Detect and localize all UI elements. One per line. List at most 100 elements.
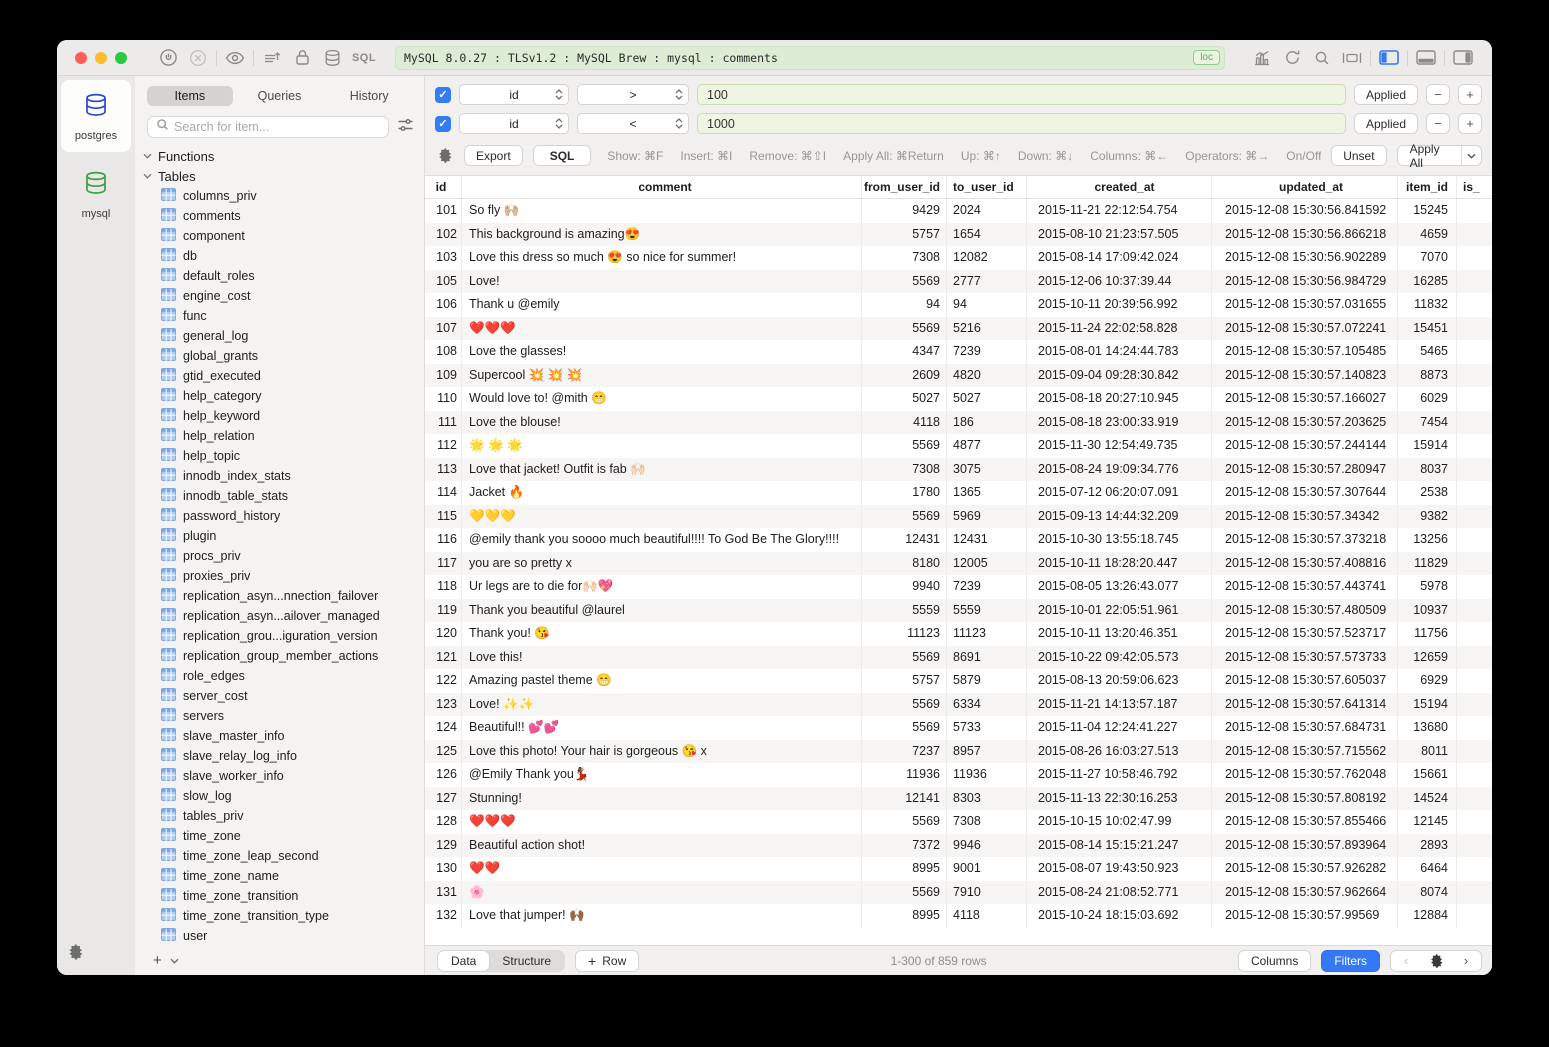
cell-is_[interactable] <box>1457 505 1492 529</box>
cell-from_user_id[interactable]: 11123 <box>862 622 947 646</box>
cell-item_id[interactable]: 15914 <box>1398 434 1457 458</box>
search-input[interactable] <box>174 120 380 134</box>
table-row[interactable]: 107❤️❤️❤️556952162015-11-24 22:02:58.828… <box>425 317 1492 341</box>
cell-to_user_id[interactable]: 7308 <box>947 810 1027 834</box>
cell-from_user_id[interactable]: 5757 <box>862 223 947 247</box>
search-icon[interactable] <box>1307 46 1337 70</box>
sidebar-item-table[interactable]: help_relation <box>143 426 424 446</box>
toggle-bottom-panel-icon[interactable] <box>1411 46 1441 70</box>
remove-filter-button[interactable]: − <box>1426 84 1450 105</box>
cell-item_id[interactable]: 15451 <box>1398 317 1457 341</box>
sidebar-item-table[interactable]: slave_relay_log_info <box>143 746 424 766</box>
cell-to_user_id[interactable]: 7910 <box>947 881 1027 905</box>
sidebar-item-table[interactable]: db <box>143 246 424 266</box>
table-row[interactable]: 105Love!556927772015-12-06 10:37:39.4420… <box>425 270 1492 294</box>
sidebar-item-table[interactable]: help_category <box>143 386 424 406</box>
cell-id[interactable]: 106 <box>425 293 462 317</box>
cell-is_[interactable] <box>1457 669 1492 693</box>
cell-from_user_id[interactable]: 1780 <box>862 481 947 505</box>
cell-from_user_id[interactable]: 5569 <box>862 810 947 834</box>
filter-applied-button[interactable]: Applied <box>1354 84 1418 105</box>
table-row[interactable]: 128❤️❤️❤️556973082015-10-15 10:02:47.992… <box>425 810 1492 834</box>
column-header-item_id[interactable]: item_id <box>1398 176 1457 198</box>
cell-comment[interactable]: @emily thank you soooo much beautiful!!!… <box>462 528 862 552</box>
table-row[interactable]: 117you are so pretty x8180120052015-10-1… <box>425 552 1492 576</box>
table-row[interactable]: 132Love that jumper! 🙌🏾899541182015-10-2… <box>425 904 1492 928</box>
sidebar-item-table[interactable]: procs_priv <box>143 546 424 566</box>
cell-from_user_id[interactable]: 11936 <box>862 763 947 787</box>
cell-updated_at[interactable]: 2015-12-08 15:30:56.984729 <box>1212 270 1398 294</box>
sidebar-item-table[interactable]: role_edges <box>143 666 424 686</box>
cell-comment[interactable]: Love that jacket! Outfit is fab 🙌🏻 <box>462 458 862 482</box>
cell-created_at[interactable]: 2015-08-14 17:09:42.024 <box>1027 246 1212 270</box>
cell-id[interactable]: 120 <box>425 622 462 646</box>
cell-is_[interactable] <box>1457 387 1492 411</box>
cell-id[interactable]: 115 <box>425 505 462 529</box>
cell-comment[interactable]: ❤️❤️❤️ <box>462 317 862 341</box>
cell-id[interactable]: 101 <box>425 199 462 223</box>
cell-updated_at[interactable]: 2015-12-08 15:30:57.926282 <box>1212 857 1398 881</box>
cell-item_id[interactable]: 15245 <box>1398 199 1457 223</box>
cell-created_at[interactable]: 2015-10-30 13:55:18.745 <box>1027 528 1212 552</box>
cell-to_user_id[interactable]: 9001 <box>947 857 1027 881</box>
cell-created_at[interactable]: 2015-10-11 20:39:56.992 <box>1027 293 1212 317</box>
column-header-updated_at[interactable]: updated_at <box>1212 176 1398 198</box>
cell-is_[interactable] <box>1457 317 1492 341</box>
cell-comment[interactable]: Beautiful!! 💕💕 <box>462 716 862 740</box>
sidebar-item-table[interactable]: replication_asyn...ailover_managed <box>143 606 424 626</box>
table-row[interactable]: 106Thank u @emily94942015-10-11 20:39:56… <box>425 293 1492 317</box>
cell-from_user_id[interactable]: 2609 <box>862 364 947 388</box>
column-header-from_user_id[interactable]: from_user_id <box>862 176 947 198</box>
cell-item_id[interactable]: 7070 <box>1398 246 1457 270</box>
cell-is_[interactable] <box>1457 904 1492 928</box>
sidebar-item-table[interactable]: replication_group_member_actions <box>143 646 424 666</box>
cell-created_at[interactable]: 2015-08-07 19:43:50.923 <box>1027 857 1212 881</box>
cell-created_at[interactable]: 2015-09-13 14:44:32.209 <box>1027 505 1212 529</box>
cell-id[interactable]: 131 <box>425 881 462 905</box>
column-header-id[interactable]: id <box>425 176 462 198</box>
cell-updated_at[interactable]: 2015-12-08 15:30:57.203625 <box>1212 411 1398 435</box>
cell-id[interactable]: 121 <box>425 646 462 670</box>
sidebar-item-table[interactable]: servers <box>143 706 424 726</box>
sidebar-item-table[interactable]: engine_cost <box>143 286 424 306</box>
cell-item_id[interactable]: 13680 <box>1398 716 1457 740</box>
cell-id[interactable]: 109 <box>425 364 462 388</box>
window-resize-icon[interactable] <box>1337 46 1367 70</box>
cell-id[interactable]: 125 <box>425 740 462 764</box>
filter-value-input[interactable]: 100 <box>697 84 1346 105</box>
table-row[interactable]: 119Thank you beautiful @laurel5559555920… <box>425 599 1492 623</box>
cell-updated_at[interactable]: 2015-12-08 15:30:57.893964 <box>1212 834 1398 858</box>
sidebar-item-table[interactable]: password_history <box>143 506 424 526</box>
cell-is_[interactable] <box>1457 458 1492 482</box>
cell-to_user_id[interactable]: 4820 <box>947 364 1027 388</box>
cell-id[interactable]: 127 <box>425 787 462 811</box>
cell-updated_at[interactable]: 2015-12-08 15:30:57.072241 <box>1212 317 1398 341</box>
cell-to_user_id[interactable]: 5733 <box>947 716 1027 740</box>
cell-item_id[interactable]: 5978 <box>1398 575 1457 599</box>
cell-comment[interactable]: So fly 🙌🏼 <box>462 199 862 223</box>
sidebar-item-table[interactable]: global_grants <box>143 346 424 366</box>
log-viewer-icon[interactable] <box>257 46 287 70</box>
settings-gear-icon[interactable] <box>67 944 83 965</box>
cell-to_user_id[interactable]: 12005 <box>947 552 1027 576</box>
cell-to_user_id[interactable]: 12082 <box>947 246 1027 270</box>
filter-value-input[interactable]: 1000 <box>697 113 1346 134</box>
tab-structure[interactable]: Structure <box>489 951 564 971</box>
cell-from_user_id[interactable]: 5569 <box>862 716 947 740</box>
cell-item_id[interactable]: 11756 <box>1398 622 1457 646</box>
cell-from_user_id[interactable]: 5569 <box>862 505 947 529</box>
sidebar-item-table[interactable]: slave_master_info <box>143 726 424 746</box>
connection-postgres[interactable]: postgres <box>61 80 131 152</box>
connect-icon[interactable] <box>153 46 183 70</box>
table-row[interactable]: 108Love the glasses!434772392015-08-01 1… <box>425 340 1492 364</box>
cell-id[interactable]: 117 <box>425 552 462 576</box>
close-window-button[interactable] <box>75 52 87 64</box>
toggle-right-panel-icon[interactable] <box>1448 46 1478 70</box>
sidebar-item-table[interactable]: innodb_index_stats <box>143 466 424 486</box>
cell-comment[interactable]: ❤️❤️ <box>462 857 862 881</box>
cell-updated_at[interactable]: 2015-12-08 15:30:57.140823 <box>1212 364 1398 388</box>
cell-comment[interactable]: 🌟 🌟 🌟 <box>462 434 862 458</box>
tab-history[interactable]: History <box>326 86 412 106</box>
cell-id[interactable]: 132 <box>425 904 462 928</box>
cell-is_[interactable] <box>1457 857 1492 881</box>
